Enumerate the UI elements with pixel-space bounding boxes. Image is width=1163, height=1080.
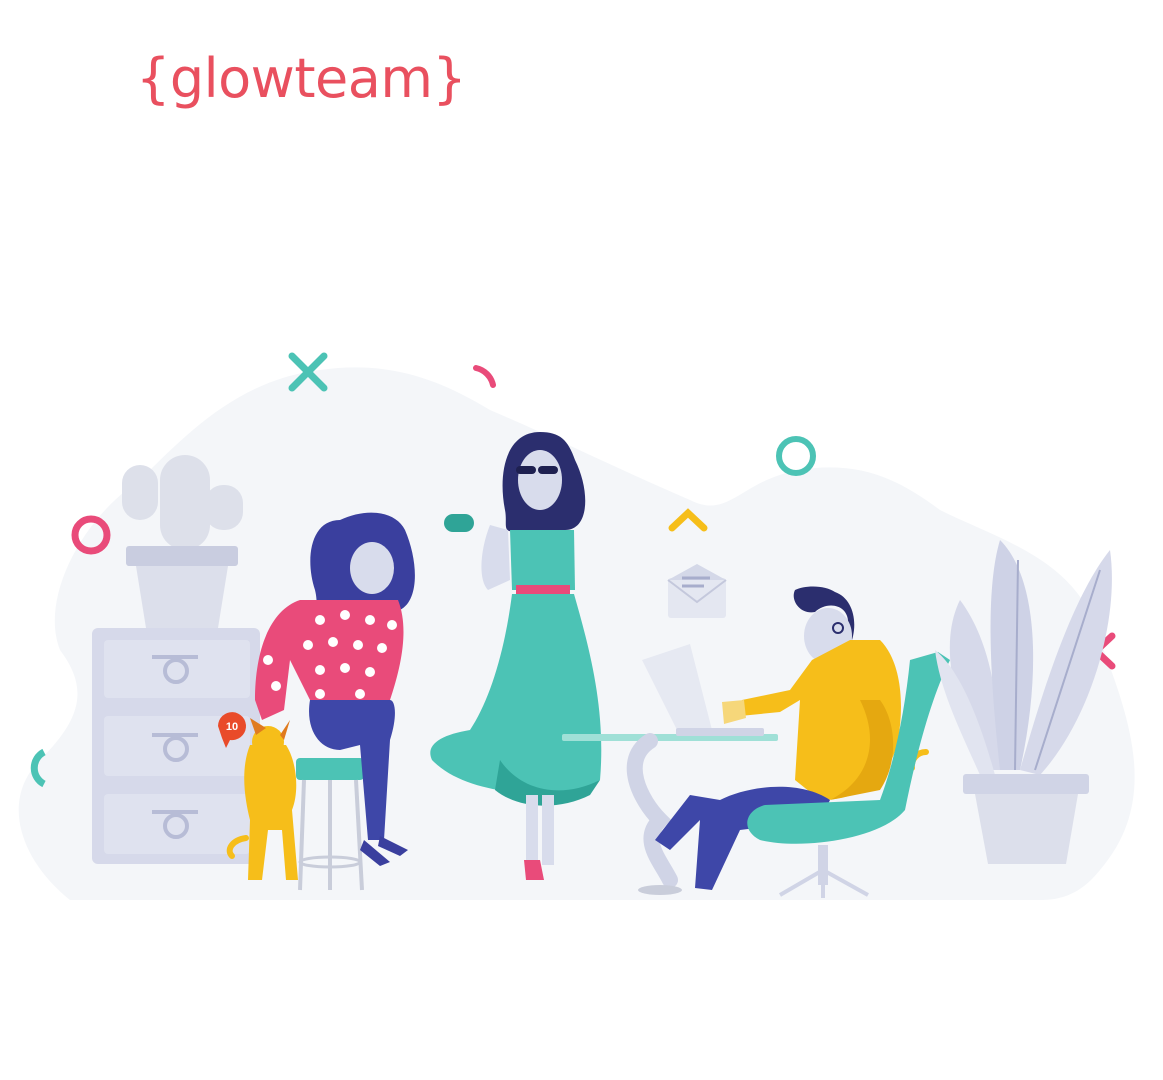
logo-link[interactable]: {glowteam}: [136, 52, 467, 106]
hero-illustration: 10: [0, 330, 1163, 910]
teal-ring-icon: [776, 436, 816, 476]
pink-arc-icon: [473, 365, 496, 388]
notification-count: 10: [226, 721, 238, 733]
dresser-icon: [92, 628, 260, 864]
